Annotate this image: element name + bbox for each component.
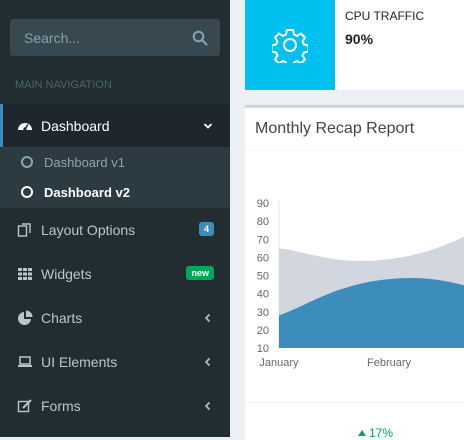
y-tick-label: 30	[257, 307, 269, 319]
y-tick-label: 20	[257, 325, 269, 337]
info-box-label: CPU TRAFFIC	[345, 9, 425, 23]
y-tick-label: 80	[257, 216, 269, 228]
circle-icon	[21, 186, 33, 198]
new-badge: new	[186, 266, 214, 280]
sidebar-item-label: Charts	[41, 310, 83, 326]
sidebar-item-dashboard[interactable]: Dashboard	[0, 104, 230, 148]
sidebar-item-layout-options[interactable]: Layout Options 4	[0, 208, 230, 252]
percentage-indicator: 17%	[358, 426, 393, 440]
y-tick-label: 50	[257, 271, 269, 283]
sidebar: Search... MAIN NAVIGATION Dashboard Dash…	[0, 0, 230, 437]
sidebar-subitem-label: Dashboard v1	[44, 155, 125, 170]
edit-icon	[17, 399, 32, 413]
box-title: Monthly Recap Report	[255, 120, 415, 137]
grid-icon	[18, 268, 32, 280]
info-box-icon-bg	[245, 0, 335, 90]
area-chart: 102030405060708090JanuaryFebruaryMarch	[257, 198, 464, 369]
search-form[interactable]: Search...	[10, 19, 220, 56]
laptop-icon	[18, 356, 32, 367]
chevron-left-icon	[204, 401, 211, 411]
search-icon[interactable]	[192, 30, 208, 46]
sidebar-item-forms[interactable]: Forms	[0, 384, 230, 428]
nav-header: MAIN NAVIGATION	[15, 79, 112, 91]
sidebar-item-label: UI Elements	[41, 354, 118, 370]
count-badge: 4	[198, 222, 214, 236]
sidebar-item-widgets[interactable]: Widgets new	[0, 252, 230, 296]
y-tick-label: 90	[257, 198, 269, 210]
chevron-down-icon	[203, 123, 213, 129]
y-tick-label: 40	[257, 289, 269, 301]
circle-icon	[21, 156, 33, 168]
sidebar-item-label: Forms	[41, 398, 81, 414]
cpu-traffic-info-box: CPU TRAFFIC 90%	[245, 0, 464, 90]
sidebar-subitem-label: Dashboard v2	[44, 185, 130, 200]
y-tick-label: 60	[257, 252, 269, 264]
sidebar-item-label: Widgets	[41, 266, 92, 282]
sidebar-item-label: Dashboard	[41, 118, 110, 134]
x-tick-label: February	[367, 357, 412, 369]
info-box-value: 90%	[345, 31, 374, 47]
percentage-value: 17%	[369, 426, 394, 440]
sidebar-item-label: Layout Options	[41, 222, 136, 238]
box-header-divider	[245, 150, 464, 151]
pie-chart-icon	[18, 310, 33, 325]
sidebar-subitem-dashboard-v2[interactable]: Dashboard v2	[0, 177, 230, 207]
files-icon	[17, 223, 31, 237]
gear-icon	[272, 29, 308, 63]
chevron-left-icon	[204, 313, 211, 323]
x-tick-label: January	[259, 357, 299, 369]
y-tick-label: 70	[257, 234, 269, 246]
caret-up-icon	[358, 430, 366, 436]
sidebar-item-charts[interactable]: Charts	[0, 296, 230, 340]
monthly-recap-box: Monthly Recap Report 10 20 30 40 50 60 70 80 90 J…	[245, 105, 464, 440]
y-tick-label: 10	[257, 343, 269, 355]
search-input[interactable]: Search...	[24, 30, 80, 46]
sidebar-subitem-dashboard-v1[interactable]: Dashboard v1	[0, 147, 230, 177]
chevron-left-icon	[204, 357, 211, 367]
sidebar-item-ui-elements[interactable]: UI Elements	[0, 340, 230, 384]
dashboard-icon	[18, 123, 32, 131]
box-footer-divider	[245, 402, 464, 403]
